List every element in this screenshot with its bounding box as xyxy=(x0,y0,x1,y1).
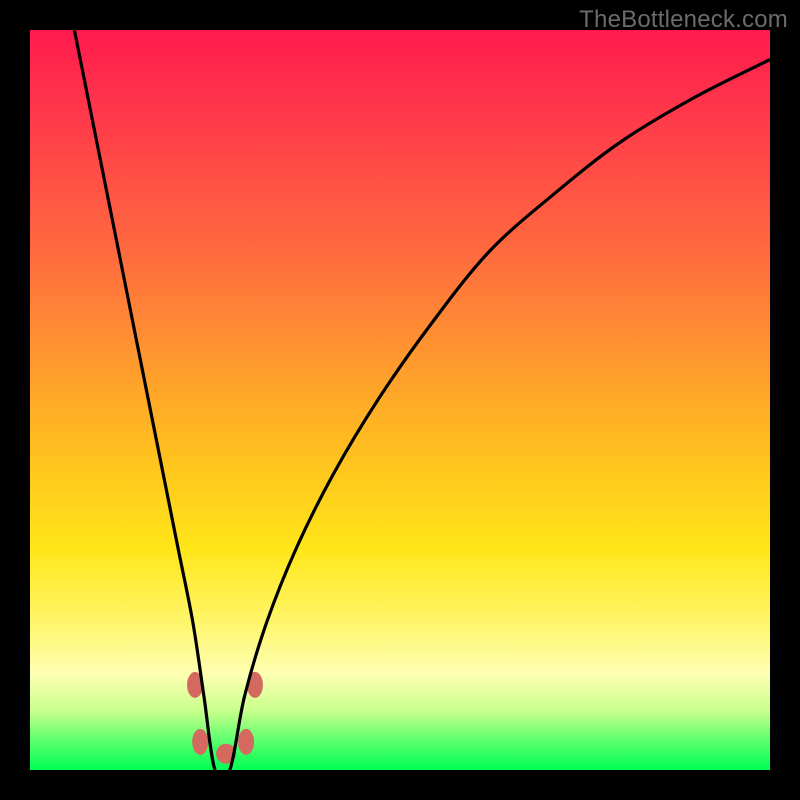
chart-markers xyxy=(187,672,263,764)
chart-svg xyxy=(30,30,770,770)
chart-marker xyxy=(192,729,208,755)
chart-plot-area xyxy=(30,30,770,770)
chart-marker xyxy=(238,729,254,755)
chart-outer-frame: TheBottleneck.com xyxy=(0,0,800,800)
bottleneck-curve xyxy=(74,30,770,779)
watermark-text: TheBottleneck.com xyxy=(579,6,788,34)
